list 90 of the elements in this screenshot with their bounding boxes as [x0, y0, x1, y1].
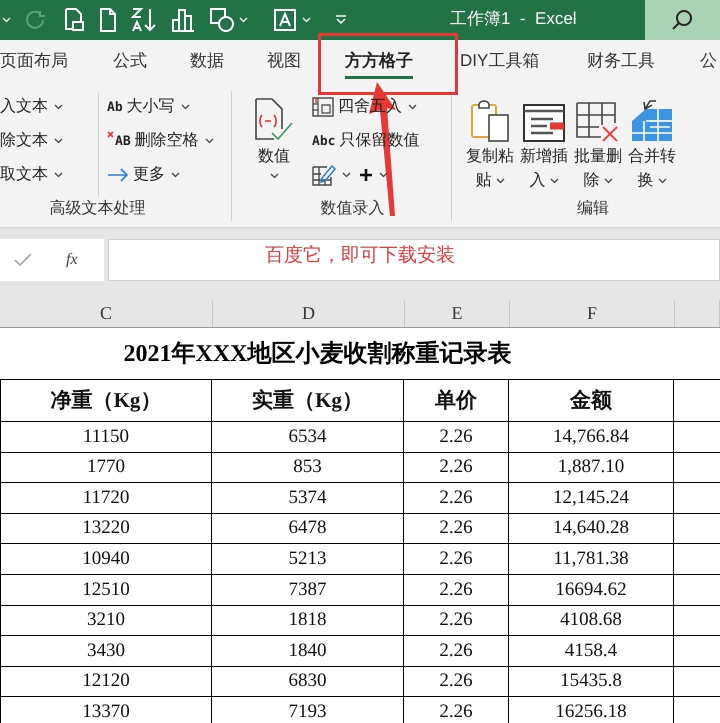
ribbon-button[interactable]: 除文本 — [0, 129, 63, 153]
column-heading: 单价 — [404, 380, 509, 421]
icon-dropdown-button[interactable] — [312, 164, 351, 186]
table-cell: 2.26 — [404, 574, 509, 605]
table-cell: 16694.62 — [509, 574, 674, 605]
ribbon-button[interactable]: Ab 大小写 — [107, 95, 190, 119]
sort-icon[interactable] — [131, 7, 157, 33]
customize-toolbar-icon[interactable] — [335, 14, 347, 26]
insert-function-button[interactable]: fx — [66, 248, 78, 272]
ribbon-tab[interactable]: 方方格子 — [345, 48, 413, 78]
annotation-note: 百度它，即可下载安装 — [265, 245, 455, 266]
table-cell: 3430 — [0, 636, 212, 666]
column-header[interactable]: E — [405, 300, 510, 327]
table-cell: 12120 — [0, 666, 212, 696]
table-cell: 14,640.28 — [509, 514, 674, 544]
large-ribbon-button[interactable]: 复制粘贴 — [466, 93, 514, 197]
table-cell: 13220 — [0, 514, 212, 544]
chevron-icon — [302, 17, 311, 23]
table-cell: 6830 — [212, 666, 404, 696]
table-cell: 11720 — [0, 483, 212, 513]
table-cell: 853 — [212, 452, 404, 482]
sheet-title: 2021年XXX地区小麦收割称重记录表 — [124, 340, 512, 368]
column-header[interactable]: D — [213, 300, 405, 327]
table-cell: 2.26 — [404, 483, 509, 513]
search-icon — [671, 9, 693, 31]
table-cell: 15435.8 — [509, 666, 674, 696]
table-cell: 5374 — [212, 483, 404, 513]
table-cell: 5213 — [212, 544, 404, 574]
table-cell: 2.26 — [404, 452, 509, 482]
ribbon-button[interactable]: AB 删除空格 — [107, 129, 214, 153]
chevron-icon — [2, 17, 11, 23]
table-cell: 6534 — [212, 422, 404, 452]
table-cell: 12,145.24 — [509, 483, 674, 513]
ribbon-tab[interactable]: 数据 — [190, 48, 224, 74]
column-header[interactable]: C — [0, 300, 213, 327]
large-ribbon-button[interactable]: 合并转换 — [628, 93, 676, 197]
text-box-icon[interactable] — [272, 7, 298, 33]
table-cell: 14,766.84 — [509, 422, 674, 452]
table-cell: 4158.4 — [509, 636, 674, 666]
ribbon-tab[interactable]: 公式 — [113, 48, 147, 74]
column-header[interactable]: F — [510, 300, 675, 327]
table-cell: 2.26 — [404, 666, 509, 696]
large-ribbon-button[interactable]: 新增插入 — [520, 93, 568, 197]
large-ribbon-button[interactable]: 数值 — [254, 93, 294, 197]
table-cell: 10940 — [0, 544, 212, 574]
enter-check-icon[interactable] — [14, 253, 32, 267]
table-cell: 6478 — [212, 514, 404, 544]
table-cell: 11,781.38 — [509, 544, 674, 574]
table-cell: 3210 — [0, 606, 212, 636]
table-cell: 2.26 — [404, 422, 509, 452]
table-cell: 13370 — [0, 697, 212, 723]
column-heading: 实重（Kg） — [212, 380, 404, 421]
table-cell: 7387 — [212, 574, 404, 605]
ribbon-tab[interactable]: 财务工具 — [587, 48, 655, 74]
table-cell: 1818 — [212, 606, 404, 636]
column-heading: 金额 — [509, 380, 674, 421]
column-heading: 净重（Kg） — [0, 380, 212, 421]
large-ribbon-button[interactable]: 批量删除 — [574, 93, 622, 197]
group-label: 数值录入 — [320, 198, 386, 219]
table-cell: 4108.68 — [509, 606, 674, 636]
new-document-icon[interactable] — [99, 7, 117, 33]
table-cell: 2.26 — [404, 514, 509, 544]
ribbon-tab[interactable]: 视图 — [267, 48, 301, 74]
table-cell: 2.26 — [404, 606, 509, 636]
ribbon-tab[interactable]: 公 — [700, 48, 717, 74]
table-cell: 7193 — [212, 697, 404, 723]
table-cell: 1840 — [212, 636, 404, 666]
ribbon-button[interactable]: 入文本 — [0, 95, 63, 119]
shapes-icon[interactable] — [209, 7, 235, 33]
window-title: 工作簿1 - Excel — [450, 8, 577, 30]
group-label: 编辑 — [576, 198, 610, 219]
table-cell: 12510 — [0, 574, 212, 605]
search-box[interactable] — [645, 0, 720, 40]
chevron-icon — [239, 17, 248, 23]
group-label: 高级文本处理 — [48, 198, 146, 219]
formula-input[interactable]: 百度它，即可下载安装 — [108, 239, 720, 281]
ribbon-tab[interactable]: DIY工具箱 — [460, 48, 540, 74]
table-cell: 11150 — [0, 422, 212, 452]
table-cell: 16256.18 — [509, 697, 674, 723]
table-cell: 2.26 — [404, 544, 509, 574]
table-cell: 1770 — [0, 452, 212, 482]
table-cell: 2.26 — [404, 636, 509, 666]
ribbon-button[interactable]: 取文本 — [0, 163, 63, 187]
ribbon-tab[interactable]: 页面布局 — [0, 48, 68, 74]
icon-dropdown-button[interactable] — [359, 168, 388, 182]
print-preview-icon[interactable] — [63, 7, 85, 33]
table-cell: 1,887.10 — [509, 452, 674, 482]
table-cell: 2.26 — [404, 697, 509, 723]
bar-chart-icon[interactable] — [171, 8, 195, 32]
ribbon-button[interactable]: 更多 — [107, 163, 180, 187]
